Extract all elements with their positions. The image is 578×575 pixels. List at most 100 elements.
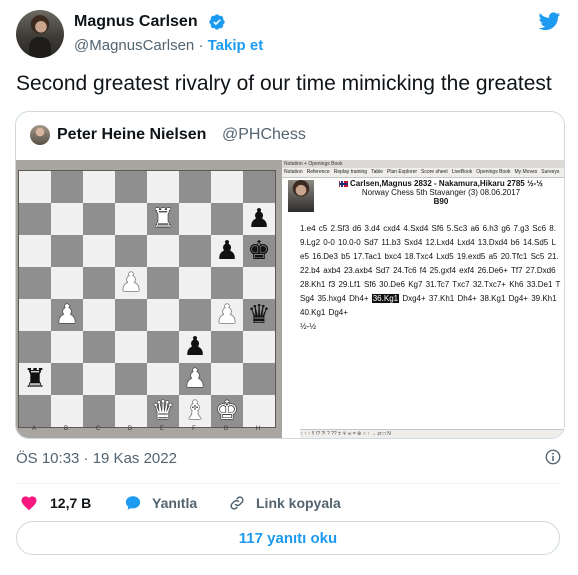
file-label: C xyxy=(95,426,101,432)
board-square xyxy=(115,299,147,331)
quoted-tweet[interactable]: Peter Heine Nielsen @PHChess ♜ ♟ ♟ ♚ ♟ ♟ ♟ ♛ ♟ ♜ ♟… xyxy=(15,111,565,439)
board-square xyxy=(115,235,147,267)
twitter-bird-icon[interactable] xyxy=(537,10,562,32)
author-handle-line: @MagnusCarlsen · Takip et xyxy=(74,37,263,54)
board-square xyxy=(115,395,147,427)
separator: · xyxy=(194,37,208,54)
board-square: ♟ xyxy=(179,363,211,395)
board-square xyxy=(179,235,211,267)
author-avatar[interactable] xyxy=(16,10,64,58)
board-square xyxy=(19,203,51,235)
board-square xyxy=(51,363,83,395)
board-square xyxy=(147,267,179,299)
notation-tab: LiveBook xyxy=(451,169,473,175)
board-square: ♟ xyxy=(51,299,83,331)
board-square xyxy=(211,331,243,363)
chessboard: ♜ ♟ ♟ ♚ ♟ ♟ ♟ ♛ ♟ ♜ ♟ ♛ ♝ ♚ xyxy=(18,170,276,428)
white-pawn-icon: ♟ xyxy=(183,364,207,394)
board-square xyxy=(51,171,83,203)
verified-badge-icon xyxy=(209,14,225,30)
file-label: D xyxy=(127,426,133,432)
like-button[interactable]: 12,7 B xyxy=(20,494,91,512)
board-square xyxy=(83,395,115,427)
black-pawn-icon: ♟ xyxy=(247,204,271,234)
board-square xyxy=(83,267,115,299)
board-square xyxy=(211,203,243,235)
link-icon xyxy=(230,496,244,510)
board-square xyxy=(51,395,83,427)
heart-icon xyxy=(21,496,37,511)
game-event: Norway Chess 5th Stavanger (3) 08.06.201… xyxy=(361,188,521,197)
board-square xyxy=(179,267,211,299)
board-square xyxy=(243,267,275,299)
reply-button[interactable]: Yanıtla xyxy=(124,494,197,512)
read-replies-button[interactable]: 117 yanıtı oku xyxy=(16,521,560,555)
notation-tab: My Moves xyxy=(514,169,538,175)
notation-tab: Notation xyxy=(284,169,303,175)
board-square xyxy=(147,363,179,395)
black-pawn-icon: ♟ xyxy=(215,236,239,266)
annotation-toolbar: ↑ ↑ ↑ !! !? ?! ? ?? ± ∓ ∞ = ⊕ ○ ↑ → ⇄ □ … xyxy=(300,429,564,438)
follow-button[interactable]: Takip et xyxy=(208,37,264,54)
board-square xyxy=(83,171,115,203)
quoted-media-image[interactable]: ♜ ♟ ♟ ♚ ♟ ♟ ♟ ♛ ♟ ♜ ♟ ♛ ♝ ♚ ABCDEFGH Notation + Openi… xyxy=(16,160,564,438)
quoted-author-avatar xyxy=(30,125,50,145)
board-square xyxy=(179,299,211,331)
copy-link-button[interactable]: Link kopyala xyxy=(228,494,341,512)
board-square xyxy=(19,299,51,331)
board-square xyxy=(83,363,115,395)
board-square xyxy=(147,331,179,363)
board-square xyxy=(179,203,211,235)
board-square xyxy=(51,203,83,235)
board-square xyxy=(19,395,51,427)
file-label: F xyxy=(192,426,196,432)
file-label: H xyxy=(255,426,261,432)
info-icon[interactable] xyxy=(544,448,562,466)
board-square: ♜ xyxy=(147,203,179,235)
white-pawn-icon: ♟ xyxy=(215,300,239,330)
board-square: ♟ xyxy=(211,235,243,267)
file-label: A xyxy=(31,426,36,432)
notation-tab: Surveys xyxy=(541,169,560,175)
divider xyxy=(16,483,562,484)
board-square xyxy=(51,267,83,299)
notation-tab: Score sheet xyxy=(421,169,448,175)
white-king-icon: ♚ xyxy=(215,396,239,426)
board-square: ♝ xyxy=(179,395,211,427)
board-square xyxy=(51,235,83,267)
copy-link-label: Link kopyala xyxy=(256,495,341,511)
game-header: Carlsen,Magnus 2832 - Nakamura,Hikaru 27… xyxy=(318,179,564,217)
board-square xyxy=(115,331,147,363)
like-count: 12,7 B xyxy=(50,495,92,511)
board-square xyxy=(19,235,51,267)
author-name[interactable]: Magnus Carlsen xyxy=(74,13,198,31)
board-file-labels: A B C D E F G H xyxy=(18,426,274,436)
board-square: ♟ xyxy=(115,267,147,299)
board-square xyxy=(19,331,51,363)
board-square xyxy=(19,267,51,299)
game-result: ½-½ xyxy=(300,322,317,331)
board-square xyxy=(115,203,147,235)
reply-label: Yanıtla xyxy=(152,495,198,511)
file-label: E xyxy=(159,426,164,432)
author-handle[interactable]: @MagnusCarlsen xyxy=(74,37,194,54)
move-list: 1.e4 c5 2.Sf3 d6 3.d4 cxd4 4.Sxd4 Sf6 5.… xyxy=(300,222,562,334)
board-square xyxy=(147,171,179,203)
notation-tab: Reference xyxy=(306,169,330,175)
board-square: ♟ xyxy=(243,203,275,235)
notation-tab: Replay training xyxy=(333,169,368,175)
board-square: ♟ xyxy=(211,299,243,331)
tweet-header: Magnus Carlsen @MagnusCarlsen · Takip et xyxy=(16,8,562,58)
chessboard-panel: ♜ ♟ ♟ ♚ ♟ ♟ ♟ ♛ ♟ ♜ ♟ ♛ ♝ ♚ ABCDEFGH xyxy=(16,160,282,438)
file-label: B xyxy=(63,426,68,432)
tweet-timestamp[interactable]: ÖS 10:33 · 19 Kas 2022 xyxy=(16,450,177,467)
file-label: G xyxy=(223,426,229,432)
board-square: ♜ xyxy=(19,363,51,395)
board-square xyxy=(243,395,275,427)
black-pawn-icon: ♟ xyxy=(183,332,207,362)
board-square: ♟ xyxy=(179,331,211,363)
black-rook-icon: ♜ xyxy=(23,364,47,394)
board-square xyxy=(83,331,115,363)
white-bishop-icon: ♝ xyxy=(183,396,207,426)
board-square xyxy=(243,331,275,363)
